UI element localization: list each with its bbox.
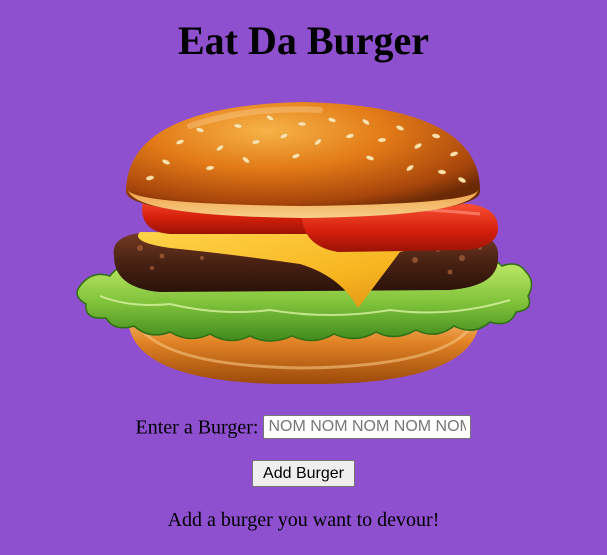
burger-input-label: Enter a Burger: bbox=[135, 416, 259, 439]
burger-name-input[interactable] bbox=[263, 415, 472, 440]
add-burger-button[interactable]: Add Burger bbox=[252, 460, 355, 487]
status-message: Add a burger you want to devour! bbox=[167, 509, 440, 531]
app-page: Eat Da Burger Enter a Burger: NOM NOM NO… bbox=[0, 0, 607, 555]
burger-illustration bbox=[76, 102, 533, 385]
burger-form: Enter a Burger: bbox=[0, 412, 607, 441]
page-title: Eat Da Burger bbox=[177, 18, 430, 63]
